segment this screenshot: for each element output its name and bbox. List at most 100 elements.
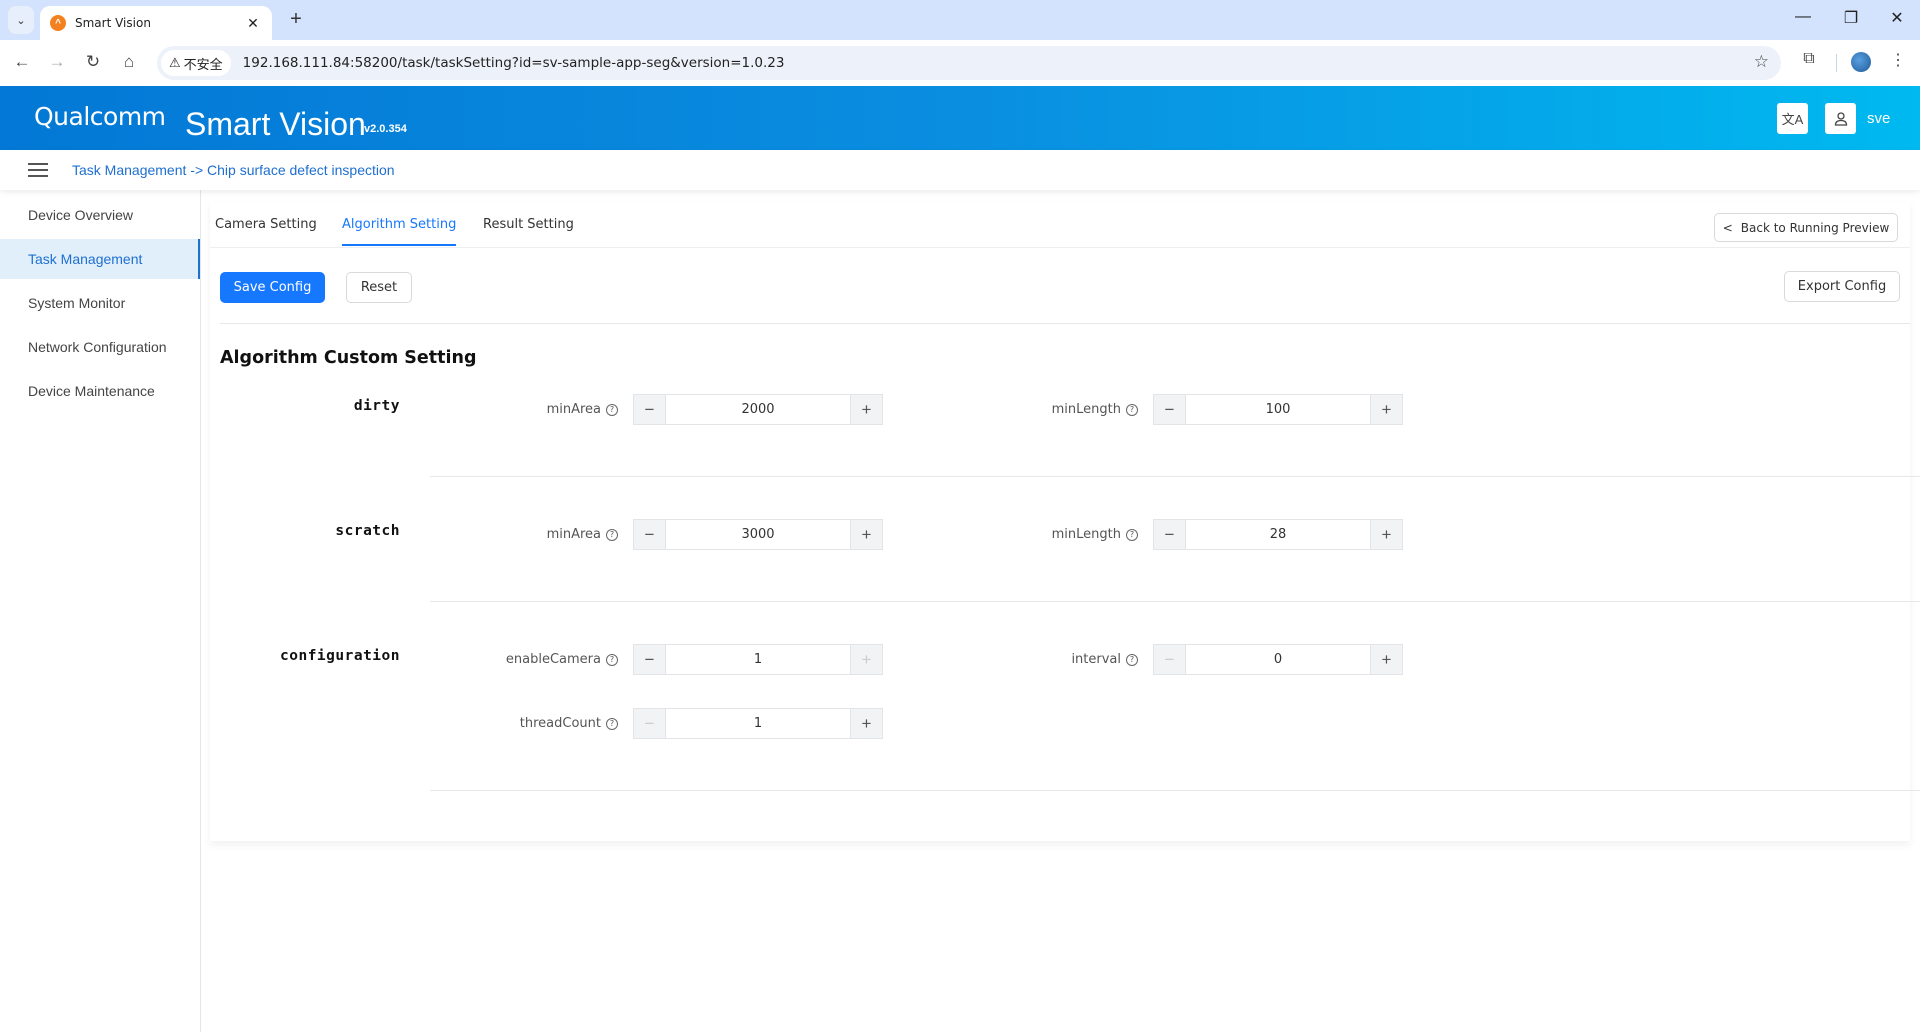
field-label-interval: interval? bbox=[938, 652, 1138, 667]
field-label-text: threadCount bbox=[519, 716, 601, 731]
sidebar-item-task-management[interactable]: Task Management bbox=[0, 239, 200, 279]
increment-button[interactable]: + bbox=[1370, 520, 1402, 549]
back-to-preview-label: Back to Running Preview bbox=[1740, 220, 1890, 235]
decrement-button[interactable]: − bbox=[634, 520, 666, 549]
enablecamera-input[interactable] bbox=[666, 645, 850, 674]
tab-algorithm-setting[interactable]: Algorithm Setting bbox=[342, 217, 457, 246]
field-label-minlength: minLength? bbox=[938, 402, 1138, 417]
breadcrumb[interactable]: Task Management -> Chip surface defect i… bbox=[72, 162, 395, 178]
browser-tab-strip: ⌄ ^ Smart Vision ✕ + — ❐ ✕ bbox=[0, 0, 1920, 40]
tab-search-button[interactable]: ⌄ bbox=[8, 6, 34, 34]
tab-result-setting[interactable]: Result Setting bbox=[483, 217, 574, 244]
field-label-text: minArea bbox=[546, 527, 601, 542]
security-chip[interactable]: ⚠ 不安全 bbox=[161, 50, 231, 76]
settings-card: Camera Setting Algorithm Setting Result … bbox=[210, 202, 1920, 841]
help-icon[interactable]: ? bbox=[1126, 403, 1138, 416]
increment-button[interactable]: + bbox=[1370, 645, 1402, 674]
threadcount-stepper: − + bbox=[633, 708, 883, 739]
field-label-text: minArea bbox=[546, 402, 601, 417]
help-icon[interactable]: ? bbox=[606, 653, 618, 666]
save-config-button[interactable]: Save Config bbox=[220, 272, 325, 303]
reset-button[interactable]: Reset bbox=[346, 272, 412, 303]
field-label-text: interval bbox=[1071, 652, 1121, 667]
user-icon bbox=[1834, 111, 1847, 126]
qualcomm-logo: Qualcomm bbox=[34, 102, 166, 131]
close-tab-icon[interactable]: ✕ bbox=[244, 15, 262, 32]
field-label-threadcount: threadCount? bbox=[418, 716, 618, 731]
increment-button[interactable]: + bbox=[1370, 395, 1402, 424]
chevron-left-icon: < bbox=[1722, 220, 1733, 235]
sidebar-item-system-monitor[interactable]: System Monitor bbox=[0, 283, 200, 323]
section-title: Algorithm Custom Setting bbox=[220, 348, 477, 368]
settings-tabs: Camera Setting Algorithm Setting Result … bbox=[210, 202, 1910, 248]
scratch-minlength-stepper: − + bbox=[1153, 519, 1403, 550]
url-text[interactable]: 192.168.111.84:58200/task/taskSetting?id… bbox=[243, 55, 785, 71]
dirty-minarea-input[interactable] bbox=[666, 395, 850, 424]
scratch-minarea-input[interactable] bbox=[666, 520, 850, 549]
bookmark-star-icon[interactable]: ☆ bbox=[1754, 52, 1769, 72]
increment-button[interactable]: + bbox=[850, 709, 882, 738]
field-label-minarea: minArea? bbox=[418, 527, 618, 542]
dirty-minlength-stepper: − + bbox=[1153, 394, 1403, 425]
dirty-minlength-input[interactable] bbox=[1186, 395, 1370, 424]
more-menu-icon[interactable]: ⋮ bbox=[1886, 50, 1910, 70]
help-icon[interactable]: ? bbox=[606, 717, 618, 730]
decrement-button-disabled: − bbox=[634, 709, 666, 738]
reload-icon[interactable]: ↻ bbox=[81, 50, 105, 74]
back-icon[interactable]: ← bbox=[10, 50, 34, 74]
sidebar-item-device-maintenance[interactable]: Device Maintenance bbox=[0, 371, 200, 411]
profile-avatar[interactable] bbox=[1851, 52, 1871, 72]
tab-camera-setting[interactable]: Camera Setting bbox=[215, 217, 317, 244]
field-label-minarea: minArea? bbox=[418, 402, 618, 417]
increment-button[interactable]: + bbox=[850, 520, 882, 549]
warning-icon: ⚠ bbox=[169, 55, 181, 71]
restore-icon[interactable]: ❐ bbox=[1836, 8, 1866, 28]
group-label-configuration: configuration bbox=[280, 648, 400, 664]
app-header: Qualcomm Smart Vision v2.0.354 文A sve bbox=[0, 86, 1920, 150]
tab-title: Smart Vision bbox=[75, 16, 151, 30]
user-name[interactable]: sve bbox=[1867, 110, 1890, 127]
decrement-button[interactable]: − bbox=[634, 645, 666, 674]
language-button[interactable]: 文A bbox=[1777, 103, 1808, 134]
decrement-button[interactable]: − bbox=[634, 395, 666, 424]
threadcount-input[interactable] bbox=[666, 709, 850, 738]
decrement-button[interactable]: − bbox=[1154, 395, 1186, 424]
minimize-icon[interactable]: — bbox=[1788, 8, 1818, 26]
home-icon[interactable]: ⌂ bbox=[117, 50, 141, 74]
close-window-icon[interactable]: ✕ bbox=[1882, 8, 1912, 28]
interval-input[interactable] bbox=[1186, 645, 1370, 674]
scratch-minarea-stepper: − + bbox=[633, 519, 883, 550]
decrement-button[interactable]: − bbox=[1154, 520, 1186, 549]
group-divider bbox=[430, 601, 1920, 602]
scratch-minlength-input[interactable] bbox=[1186, 520, 1370, 549]
new-tab-button[interactable]: + bbox=[284, 8, 308, 31]
extensions-icon[interactable]: ⧉ bbox=[1797, 50, 1821, 68]
address-bar[interactable]: ⚠ 不安全 192.168.111.84:58200/task/taskSett… bbox=[157, 46, 1781, 80]
back-to-preview-button[interactable]: < Back to Running Preview bbox=[1714, 213, 1898, 242]
sidebar-item-device-overview[interactable]: Device Overview bbox=[0, 195, 200, 235]
browser-tab[interactable]: ^ Smart Vision ✕ bbox=[40, 6, 272, 40]
sidebar-item-network-configuration[interactable]: Network Configuration bbox=[0, 327, 200, 367]
user-button[interactable] bbox=[1825, 103, 1856, 134]
export-config-button[interactable]: Export Config bbox=[1784, 271, 1900, 302]
increment-button[interactable]: + bbox=[850, 395, 882, 424]
help-icon[interactable]: ? bbox=[606, 403, 618, 416]
browser-toolbar: ← → ↻ ⌂ ⚠ 不安全 192.168.111.84:58200/task/… bbox=[0, 40, 1920, 86]
group-divider bbox=[430, 790, 1920, 791]
field-label-text: minLength bbox=[1051, 402, 1121, 417]
help-icon[interactable]: ? bbox=[1126, 528, 1138, 541]
help-icon[interactable]: ? bbox=[1126, 653, 1138, 666]
group-label-dirty: dirty bbox=[353, 398, 400, 414]
enablecamera-stepper: − + bbox=[633, 644, 883, 675]
toolbar-divider bbox=[220, 323, 1910, 324]
app-version: v2.0.354 bbox=[364, 123, 407, 135]
group-label-scratch: scratch bbox=[335, 523, 400, 539]
help-icon[interactable]: ? bbox=[606, 528, 618, 541]
forward-icon[interactable]: → bbox=[45, 50, 69, 74]
translate-icon: 文A bbox=[1781, 112, 1804, 127]
menu-toggle-icon[interactable] bbox=[28, 163, 48, 178]
interval-stepper: − + bbox=[1153, 644, 1403, 675]
breadcrumb-bar: Task Management -> Chip surface defect i… bbox=[0, 150, 1920, 190]
toolbar-divider bbox=[1836, 54, 1837, 72]
field-label-minlength: minLength? bbox=[938, 527, 1138, 542]
